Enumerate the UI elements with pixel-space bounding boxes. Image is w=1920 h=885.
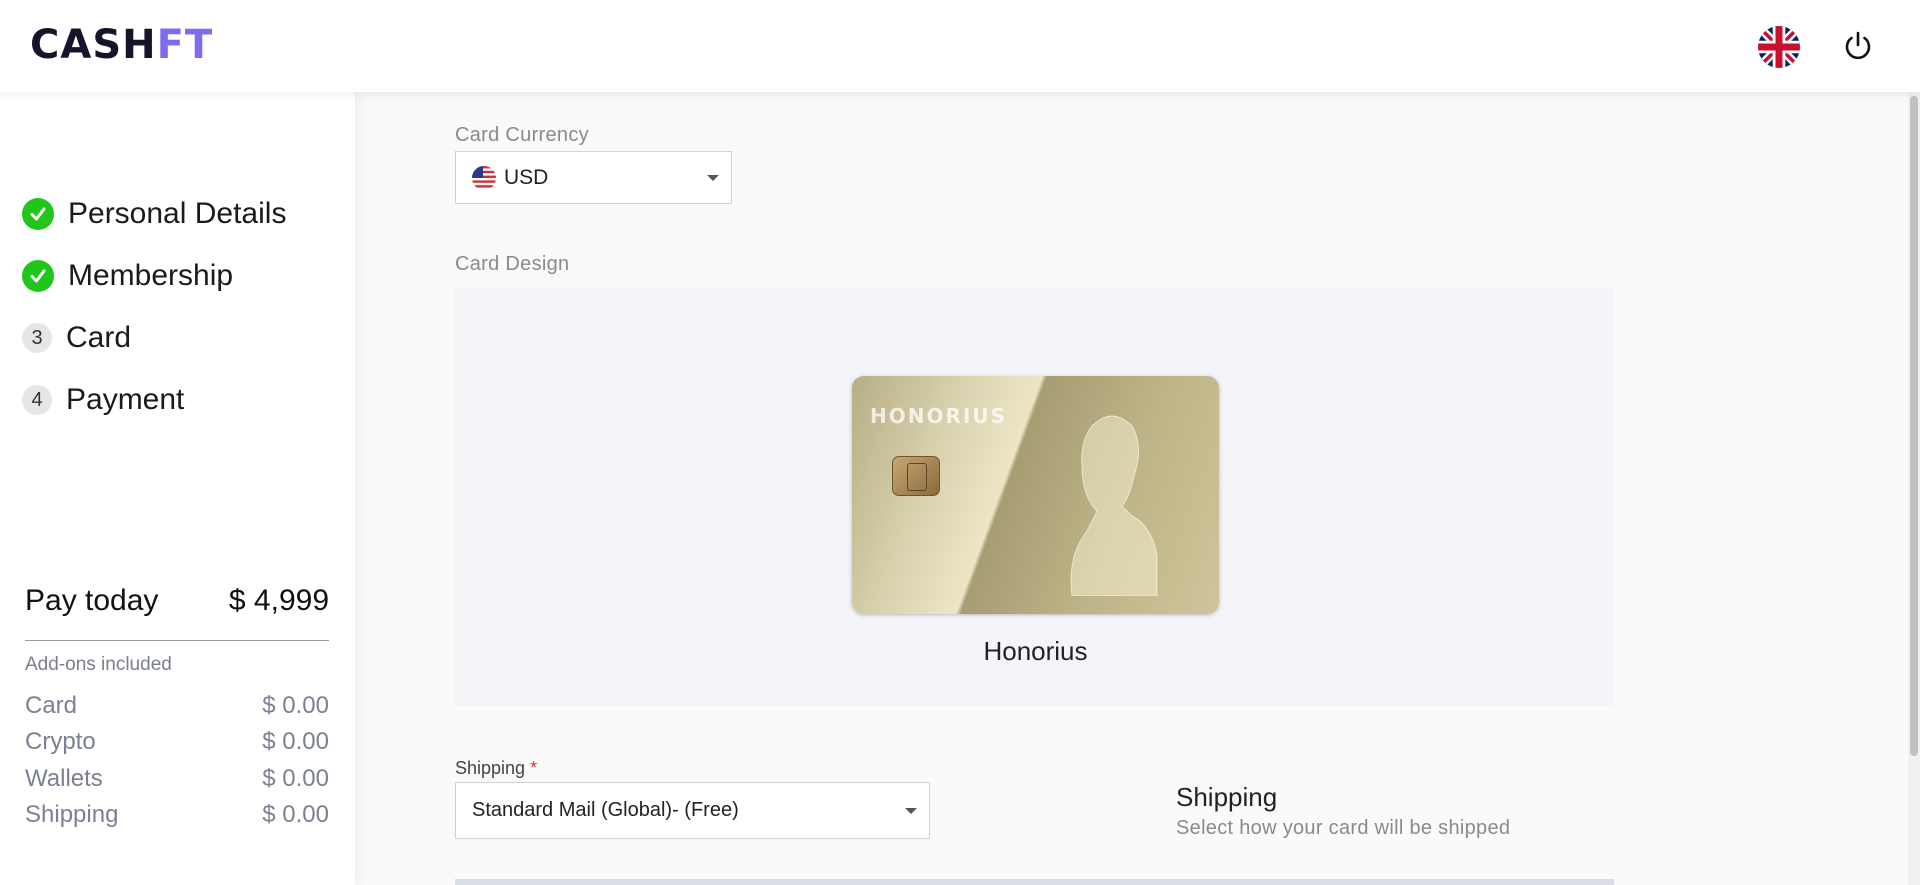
required-mark: * <box>530 758 538 778</box>
addons-label: Add-ons included <box>25 654 172 675</box>
pay-today-label: Pay today <box>25 584 159 617</box>
addon-row-shipping: Shipping $ 0.00 <box>25 801 329 829</box>
step-label: Personal Details <box>68 197 287 230</box>
card-chip-icon <box>892 456 940 496</box>
shipping-select[interactable]: Standard Mail (Global)- (Free) <box>455 782 930 839</box>
addon-value: $ 0.00 <box>262 692 329 719</box>
step-personal-details[interactable]: Personal Details <box>22 194 286 234</box>
addon-value: $ 0.00 <box>262 765 329 792</box>
scrollbar[interactable] <box>1908 92 1920 885</box>
power-icon[interactable] <box>1840 28 1876 64</box>
check-icon <box>22 260 54 292</box>
chevron-down-icon <box>707 174 719 181</box>
pay-today-row: Pay today $ 4,999 <box>25 584 329 618</box>
main-content: Card Currency USD Card Design HONORIUS H… <box>355 92 1920 885</box>
logo-accent-text: FT <box>156 22 214 68</box>
uk-flag-icon[interactable] <box>1758 26 1800 68</box>
step-payment[interactable]: 4 Payment <box>22 380 184 420</box>
addon-row-wallets: Wallets $ 0.00 <box>25 765 329 793</box>
addon-row-crypto: Crypto $ 0.00 <box>25 728 329 756</box>
divider <box>25 640 329 641</box>
top-header: CASHFT <box>0 0 1920 92</box>
card-currency-label: Card Currency <box>455 124 589 146</box>
step-label: Payment <box>66 383 185 416</box>
addon-value: $ 0.00 <box>262 728 329 755</box>
cashft-logo[interactable]: CASHFT <box>30 22 213 68</box>
addon-label: Wallets <box>25 765 103 792</box>
step-number-badge: 4 <box>22 385 52 415</box>
addon-label: Card <box>25 692 78 719</box>
step-number-badge: 3 <box>22 323 52 353</box>
currency-value: USD <box>504 165 549 189</box>
addon-value: $ 0.00 <box>262 801 329 828</box>
card-design-option[interactable]: HONORIUS <box>852 376 1219 614</box>
check-icon <box>22 198 54 230</box>
card-design-name: Honorius <box>983 636 1088 666</box>
card-design-label: Card Design <box>455 253 570 275</box>
step-label: Membership <box>68 259 234 292</box>
step-label: Card <box>66 321 132 354</box>
steps-sidebar: Personal Details Membership 3 Card 4 Pay… <box>0 92 355 885</box>
shipping-subtitle: Select how your card will be shipped <box>1176 817 1511 839</box>
shipping-label-text: Shipping <box>455 758 526 778</box>
addon-label: Shipping <box>25 801 119 828</box>
shipping-field-label: Shipping * <box>455 758 537 779</box>
card-design-panel: HONORIUS Honorius <box>455 288 1614 706</box>
addon-label: Crypto <box>25 728 96 755</box>
pay-today-value: $ 4,999 <box>228 584 329 617</box>
logo-main-text: CASH <box>30 22 157 68</box>
scrollbar-thumb[interactable] <box>1910 96 1918 756</box>
shipping-title: Shipping <box>1176 782 1278 812</box>
shipping-value: Standard Mail (Global)- (Free) <box>472 799 739 821</box>
addon-row-card: Card $ 0.00 <box>25 692 329 720</box>
step-membership[interactable]: Membership <box>22 256 233 296</box>
us-flag-icon <box>472 165 496 190</box>
step-card[interactable]: 3 Card <box>22 318 131 358</box>
chevron-down-icon <box>905 807 917 814</box>
section-divider <box>455 879 1614 885</box>
bust-icon <box>1070 415 1158 596</box>
card-brand-text: HONORIUS <box>870 404 1007 428</box>
card-currency-select[interactable]: USD <box>455 151 732 204</box>
